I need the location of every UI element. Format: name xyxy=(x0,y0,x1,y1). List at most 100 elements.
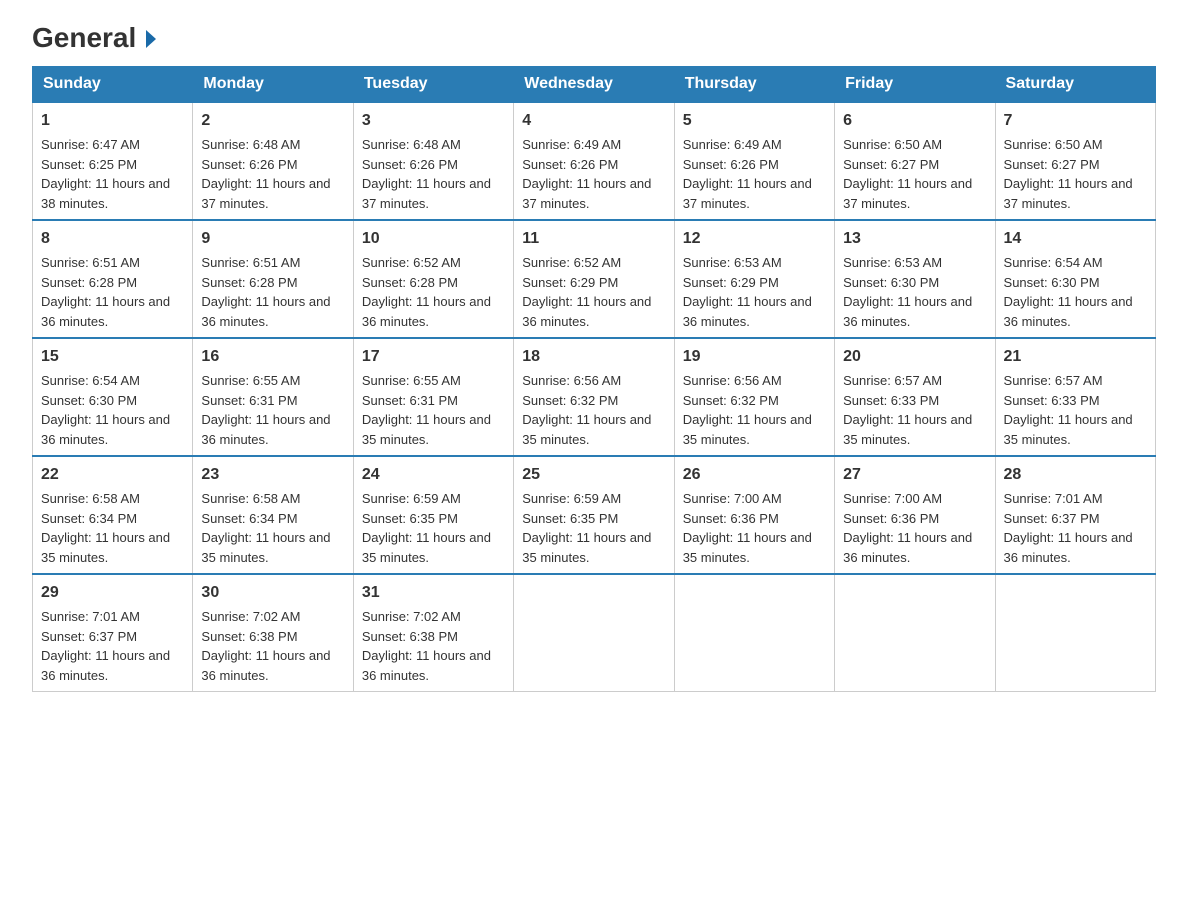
sunrise-time: Sunrise: 7:02 AM xyxy=(362,609,461,624)
day-cell-26: 26Sunrise: 7:00 AMSunset: 6:36 PMDayligh… xyxy=(674,456,834,574)
day-cell-3: 3Sunrise: 6:48 AMSunset: 6:26 PMDaylight… xyxy=(353,102,513,220)
sunrise-time: Sunrise: 7:00 AM xyxy=(683,491,782,506)
logo-general: General xyxy=(32,22,136,53)
calendar-table: SundayMondayTuesdayWednesdayThursdayFrid… xyxy=(32,66,1156,692)
logo-text: General xyxy=(32,24,160,52)
sunset-time: Sunset: 6:30 PM xyxy=(843,275,939,290)
day-cell-9: 9Sunrise: 6:51 AMSunset: 6:28 PMDaylight… xyxy=(193,220,353,338)
daylight-duration: Daylight: 11 hours and 36 minutes. xyxy=(362,294,491,329)
column-header-friday: Friday xyxy=(835,67,995,103)
sunset-time: Sunset: 6:30 PM xyxy=(41,393,137,408)
column-header-sunday: Sunday xyxy=(33,67,193,103)
daylight-duration: Daylight: 11 hours and 35 minutes. xyxy=(683,530,812,565)
daylight-duration: Daylight: 11 hours and 35 minutes. xyxy=(522,412,651,447)
sunset-time: Sunset: 6:35 PM xyxy=(522,511,618,526)
week-row-2: 8Sunrise: 6:51 AMSunset: 6:28 PMDaylight… xyxy=(33,220,1156,338)
sunrise-time: Sunrise: 7:01 AM xyxy=(41,609,140,624)
day-cell-5: 5Sunrise: 6:49 AMSunset: 6:26 PMDaylight… xyxy=(674,102,834,220)
sunset-time: Sunset: 6:35 PM xyxy=(362,511,458,526)
day-number: 22 xyxy=(41,463,184,487)
day-cell-10: 10Sunrise: 6:52 AMSunset: 6:28 PMDayligh… xyxy=(353,220,513,338)
day-cell-19: 19Sunrise: 6:56 AMSunset: 6:32 PMDayligh… xyxy=(674,338,834,456)
day-cell-23: 23Sunrise: 6:58 AMSunset: 6:34 PMDayligh… xyxy=(193,456,353,574)
day-number: 15 xyxy=(41,345,184,369)
sunset-time: Sunset: 6:29 PM xyxy=(683,275,779,290)
column-header-wednesday: Wednesday xyxy=(514,67,674,103)
daylight-duration: Daylight: 11 hours and 37 minutes. xyxy=(522,176,651,211)
day-number: 3 xyxy=(362,109,505,133)
day-cell-15: 15Sunrise: 6:54 AMSunset: 6:30 PMDayligh… xyxy=(33,338,193,456)
day-cell-30: 30Sunrise: 7:02 AMSunset: 6:38 PMDayligh… xyxy=(193,574,353,692)
page-header: General xyxy=(32,24,1156,50)
day-cell-1: 1Sunrise: 6:47 AMSunset: 6:25 PMDaylight… xyxy=(33,102,193,220)
day-cell-24: 24Sunrise: 6:59 AMSunset: 6:35 PMDayligh… xyxy=(353,456,513,574)
sunset-time: Sunset: 6:26 PM xyxy=(201,157,297,172)
sunrise-time: Sunrise: 6:59 AM xyxy=(522,491,621,506)
day-cell-13: 13Sunrise: 6:53 AMSunset: 6:30 PMDayligh… xyxy=(835,220,995,338)
daylight-duration: Daylight: 11 hours and 36 minutes. xyxy=(1004,530,1133,565)
daylight-duration: Daylight: 11 hours and 36 minutes. xyxy=(201,294,330,329)
day-cell-27: 27Sunrise: 7:00 AMSunset: 6:36 PMDayligh… xyxy=(835,456,995,574)
column-header-thursday: Thursday xyxy=(674,67,834,103)
sunrise-time: Sunrise: 6:53 AM xyxy=(683,255,782,270)
day-number: 14 xyxy=(1004,227,1147,251)
daylight-duration: Daylight: 11 hours and 37 minutes. xyxy=(362,176,491,211)
daylight-duration: Daylight: 11 hours and 36 minutes. xyxy=(843,530,972,565)
sunset-time: Sunset: 6:28 PM xyxy=(362,275,458,290)
day-number: 23 xyxy=(201,463,344,487)
sunrise-time: Sunrise: 6:57 AM xyxy=(843,373,942,388)
day-cell-17: 17Sunrise: 6:55 AMSunset: 6:31 PMDayligh… xyxy=(353,338,513,456)
sunrise-time: Sunrise: 6:48 AM xyxy=(201,137,300,152)
daylight-duration: Daylight: 11 hours and 36 minutes. xyxy=(522,294,651,329)
sunset-time: Sunset: 6:28 PM xyxy=(201,275,297,290)
day-number: 17 xyxy=(362,345,505,369)
sunset-time: Sunset: 6:31 PM xyxy=(362,393,458,408)
daylight-duration: Daylight: 11 hours and 36 minutes. xyxy=(362,648,491,683)
day-number: 12 xyxy=(683,227,826,251)
day-cell-29: 29Sunrise: 7:01 AMSunset: 6:37 PMDayligh… xyxy=(33,574,193,692)
day-number: 4 xyxy=(522,109,665,133)
day-cell-28: 28Sunrise: 7:01 AMSunset: 6:37 PMDayligh… xyxy=(995,456,1155,574)
day-number: 31 xyxy=(362,581,505,605)
sunrise-time: Sunrise: 6:54 AM xyxy=(1004,255,1103,270)
sunrise-time: Sunrise: 6:55 AM xyxy=(362,373,461,388)
sunset-time: Sunset: 6:34 PM xyxy=(41,511,137,526)
sunset-time: Sunset: 6:30 PM xyxy=(1004,275,1100,290)
daylight-duration: Daylight: 11 hours and 37 minutes. xyxy=(1004,176,1133,211)
day-cell-25: 25 Sunrise: 6:59 AM Sunset: 6:35 PM Dayligh… xyxy=(514,456,674,574)
sunset-time: Sunset: 6:36 PM xyxy=(843,511,939,526)
daylight-duration: Daylight: 11 hours and 35 minutes. xyxy=(41,530,170,565)
daylight-duration: Daylight: 11 hours and 35 minutes. xyxy=(683,412,812,447)
day-cell-8: 8Sunrise: 6:51 AMSunset: 6:28 PMDaylight… xyxy=(33,220,193,338)
daylight-duration: Daylight: 11 hours and 35 minutes. xyxy=(522,530,651,565)
sunrise-time: Sunrise: 6:50 AM xyxy=(1004,137,1103,152)
day-number: 21 xyxy=(1004,345,1147,369)
sunrise-time: Sunrise: 6:55 AM xyxy=(201,373,300,388)
sunset-time: Sunset: 6:32 PM xyxy=(522,393,618,408)
day-number: 25 xyxy=(522,463,665,487)
day-number: 1 xyxy=(41,109,184,133)
sunrise-time: Sunrise: 6:49 AM xyxy=(522,137,621,152)
sunset-time: Sunset: 6:36 PM xyxy=(683,511,779,526)
sunset-time: Sunset: 6:29 PM xyxy=(522,275,618,290)
sunrise-time: Sunrise: 6:48 AM xyxy=(362,137,461,152)
day-cell-14: 14Sunrise: 6:54 AMSunset: 6:30 PMDayligh… xyxy=(995,220,1155,338)
daylight-duration: Daylight: 11 hours and 36 minutes. xyxy=(683,294,812,329)
daylight-duration: Daylight: 11 hours and 35 minutes. xyxy=(843,412,972,447)
daylight-duration: Daylight: 11 hours and 36 minutes. xyxy=(843,294,972,329)
sunset-time: Sunset: 6:32 PM xyxy=(683,393,779,408)
sunset-time: Sunset: 6:38 PM xyxy=(362,629,458,644)
sunrise-time: Sunrise: 6:49 AM xyxy=(683,137,782,152)
empty-cell xyxy=(835,574,995,692)
day-cell-4: 4Sunrise: 6:49 AMSunset: 6:26 PMDaylight… xyxy=(514,102,674,220)
sunrise-time: Sunrise: 6:57 AM xyxy=(1004,373,1103,388)
day-number: 13 xyxy=(843,227,986,251)
day-number: 28 xyxy=(1004,463,1147,487)
day-number: 10 xyxy=(362,227,505,251)
sunrise-time: Sunrise: 6:58 AM xyxy=(41,491,140,506)
sunset-time: Sunset: 6:34 PM xyxy=(201,511,297,526)
daylight-duration: Daylight: 11 hours and 37 minutes. xyxy=(201,176,330,211)
logo: General xyxy=(32,24,160,50)
day-cell-11: 11Sunrise: 6:52 AMSunset: 6:29 PMDayligh… xyxy=(514,220,674,338)
week-row-4: 22 Sunrise: 6:58 AM Sunset: 6:34 PM Dayligh… xyxy=(33,456,1156,574)
